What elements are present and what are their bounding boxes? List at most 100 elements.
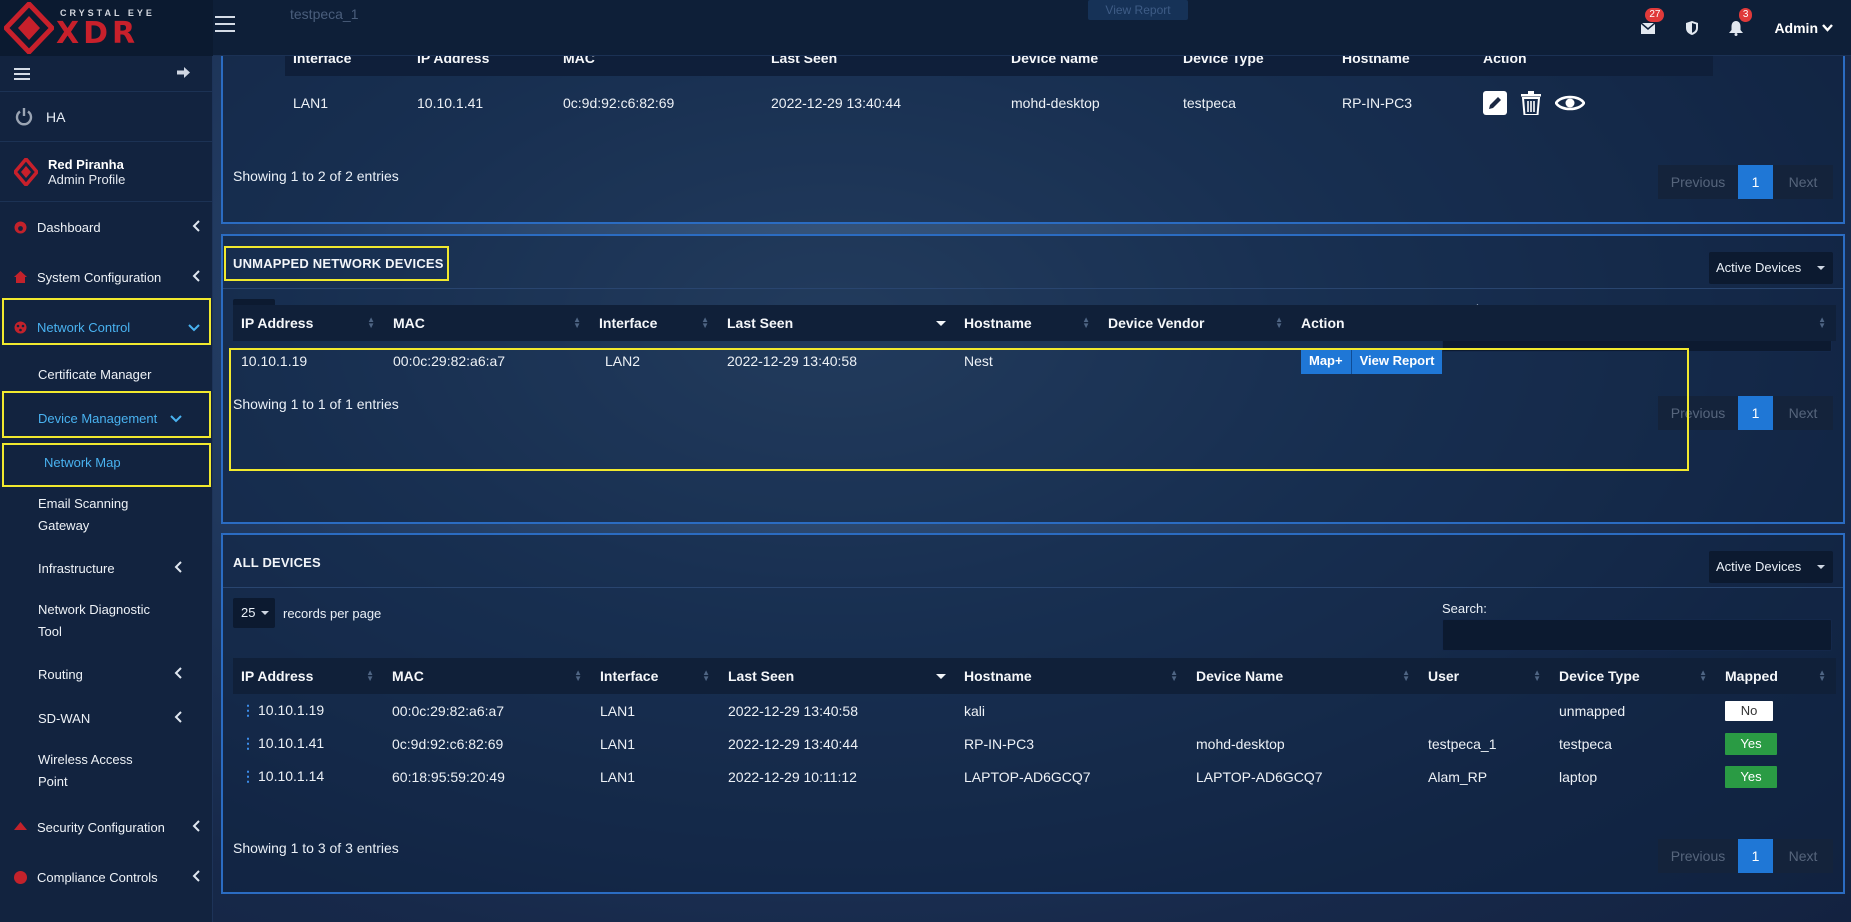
column-header[interactable]: User ▲ ▼	[1420, 658, 1551, 694]
sidebar-item-network-diagnostic-tool[interactable]: Network Diagnostic Tool	[0, 590, 170, 652]
sidebar-item-network-control[interactable]: Network Control	[0, 302, 212, 352]
map-button[interactable]: Map+	[1301, 348, 1351, 374]
admin-menu[interactable]: Admin	[1758, 20, 1851, 36]
column-header[interactable]: Mapped ▲ ▼	[1717, 658, 1836, 694]
column-header[interactable]: Interface ▲ ▼	[591, 305, 719, 341]
column-header[interactable]: MAC ▲ ▼	[385, 305, 591, 341]
delete-icon[interactable]	[1521, 91, 1541, 115]
column-header[interactable]: Last Seen	[720, 658, 956, 694]
brand-logo[interactable]: CRYSTAL EYE XDR	[0, 0, 213, 56]
mapped-status-badge: No	[1725, 700, 1773, 721]
column-header[interactable]: Last Seen	[719, 305, 956, 341]
mail-notification[interactable]: 27	[1626, 0, 1670, 56]
sidebar-item-security-configuration[interactable]: Security Configuration	[0, 802, 212, 852]
cell-user: testpeca_1	[1428, 735, 1497, 752]
sidebar-item-wireless-access-point[interactable]: Wireless Access Point	[0, 740, 160, 802]
cell-mapped: Yes	[1717, 727, 1836, 760]
chevron-left-icon	[192, 820, 200, 835]
column-header[interactable]: Device Type ▲ ▼	[1551, 658, 1717, 694]
admin-profile[interactable]: Red Piranha Admin Profile	[0, 142, 212, 202]
sidebar-item-sd-wan[interactable]: SD-WAN	[0, 696, 212, 740]
column-header[interactable]: Device Vendor ▲ ▼	[1100, 305, 1293, 341]
sidebar-item-system-configuration[interactable]: System Configuration	[0, 252, 212, 302]
unmapped-active-devices-dropdown[interactable]: Active Devices	[1709, 252, 1833, 284]
cell-last-seen: 2022-12-29 13:40:44	[728, 735, 858, 752]
profile-name: Red Piranha	[48, 156, 124, 172]
sidebar-item-label: SD-WAN	[38, 710, 91, 726]
table-row: LAN1 10.10.1.41 0c:9d:92:c6:82:69 2022-1…	[285, 76, 1713, 130]
sign-out-icon[interactable]	[177, 66, 190, 81]
table-row[interactable]: ⋮ 10.10.1.41 0c:9d:92:c6:82:69 LAN1 2022-…	[233, 727, 1836, 760]
column-header[interactable]: IP Address ▲ ▼	[233, 658, 384, 694]
sidebar-item-network-map[interactable]: Network Map	[0, 440, 212, 484]
all-entries-info: Showing 1 to 3 of 3 entries	[233, 840, 399, 856]
menu-toggle-icon[interactable]	[215, 16, 235, 37]
column-header[interactable]: Hostname ▲ ▼	[956, 658, 1188, 694]
sidebar-item-label: Network Map	[44, 454, 121, 470]
sidebar-toggle-icon[interactable]	[14, 68, 30, 83]
cell-last-seen: 2022-12-29 13:40:44	[771, 95, 901, 111]
sidebar-item-infrastructure[interactable]: Infrastructure	[0, 546, 212, 590]
table-row[interactable]: ⋮ 10.10.1.14 60:18:95:59:20:49 LAN1 2022-…	[233, 760, 1836, 793]
sidebar: HA Red Piranha Admin Profile Dashboard S…	[0, 56, 213, 922]
cell-mapped: No	[1717, 694, 1836, 727]
search-label: Search:	[1442, 601, 1487, 616]
page-1-button[interactable]: 1	[1738, 396, 1773, 430]
sidebar-item-email-scanning-gateway[interactable]: Email Scanning Gateway	[0, 484, 170, 546]
previous-page-button[interactable]: Previous	[1658, 839, 1738, 873]
cell-device-type: laptop	[1559, 768, 1598, 785]
all-records-per-page: 25 records per page	[233, 598, 381, 628]
sidebar-item-routing[interactable]: Routing	[0, 652, 212, 696]
cell-actions: Map+ View Report	[1293, 341, 1836, 381]
records-per-page-select[interactable]: 25	[233, 598, 275, 628]
sidebar-item-dashboard[interactable]: Dashboard	[0, 202, 212, 252]
next-page-button[interactable]: Next	[1773, 839, 1833, 873]
next-page-button[interactable]: Next	[1773, 396, 1833, 430]
cell-mac: 0c:9d:92:c6:82:69	[563, 95, 675, 111]
cell-actions	[1475, 76, 1713, 130]
cell-device-name: mohd-desktop	[1196, 735, 1285, 752]
chevron-down-icon	[188, 320, 200, 335]
bell-notification[interactable]: 3	[1714, 0, 1758, 56]
view-icon[interactable]	[1555, 93, 1585, 113]
page-1-button[interactable]: 1	[1738, 839, 1773, 873]
mapped-pagination: Previous 1 Next	[1658, 165, 1833, 199]
chevron-left-icon	[174, 711, 182, 726]
column-header[interactable]: Hostname ▲ ▼	[956, 305, 1100, 341]
column-header[interactable]: Interface ▲ ▼	[592, 658, 720, 694]
chevron-down-icon	[1822, 24, 1833, 32]
cell-mac: 00:0c:29:82:a6:a7	[393, 353, 506, 369]
column-header[interactable]: Action ▲ ▼	[1293, 305, 1836, 341]
row-drag-icon[interactable]: ⋮	[241, 735, 255, 751]
previous-page-button[interactable]: Previous	[1658, 165, 1738, 199]
cell-user	[1420, 694, 1551, 727]
next-page-button[interactable]: Next	[1773, 165, 1833, 199]
sidebar-item-label: Device Management	[38, 410, 158, 426]
cell-interface: LAN1	[293, 95, 329, 111]
previous-page-button[interactable]: Previous	[1658, 396, 1738, 430]
cell-mac: 60:18:95:59:20:49	[392, 768, 505, 785]
row-drag-icon[interactable]: ⋮	[241, 702, 255, 718]
sidebar-item-compliance-controls[interactable]: Compliance Controls	[0, 852, 212, 902]
column-header[interactable]: MAC ▲ ▼	[384, 658, 592, 694]
cell-ip: 10.10.1.19	[241, 353, 308, 369]
view-report-button[interactable]: View Report	[1350, 348, 1443, 374]
sidebar-item-ha[interactable]: HA	[0, 92, 212, 142]
cell-hostname: Nest	[964, 353, 993, 369]
column-header[interactable]: Device Name ▲ ▼	[1188, 658, 1420, 694]
cell-last-seen: 2022-12-29 10:11:12	[728, 768, 857, 785]
all-pagination: Previous 1 Next	[1658, 839, 1833, 873]
edit-icon[interactable]	[1483, 91, 1507, 115]
table-row[interactable]: ⋮ 10.10.1.19 00:0c:29:82:a6:a7 LAN1 2022-…	[233, 694, 1836, 727]
column-header[interactable]: IP Address ▲ ▼	[233, 305, 385, 341]
row-drag-icon[interactable]: ⋮	[241, 768, 255, 784]
sidebar-item-device-management[interactable]: Device Management	[0, 396, 212, 440]
all-devices-table: IP Address ▲ ▼ MAC ▲ ▼ Interface ▲ ▼ Last Seen…	[233, 658, 1836, 793]
page-1-button[interactable]: 1	[1738, 165, 1773, 199]
sidebar-item-label: System Configuration	[37, 269, 162, 285]
all-search-input[interactable]	[1442, 619, 1832, 651]
all-active-devices-dropdown[interactable]: Active Devices	[1709, 551, 1833, 583]
cell-interface: LAN1	[600, 768, 636, 785]
sidebar-item-certificate-manager[interactable]: Certificate Manager	[0, 352, 212, 396]
shield-notification[interactable]	[1670, 0, 1714, 56]
